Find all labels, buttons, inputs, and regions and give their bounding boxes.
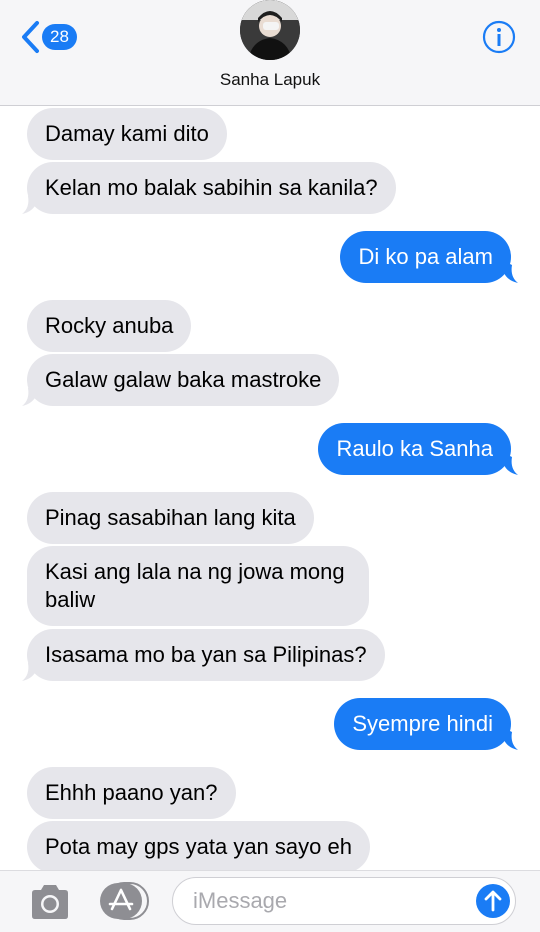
back-button[interactable]: 28 — [20, 20, 80, 54]
bubble-tail — [22, 192, 36, 214]
incoming-message[interactable]: Damay kami dito — [27, 108, 227, 160]
incoming-message[interactable]: Ehhh paano yan? — [27, 767, 236, 819]
bubble-tail — [504, 261, 518, 283]
contact-avatar[interactable] — [240, 0, 300, 60]
contact-name[interactable]: Sanha Lapuk — [0, 70, 540, 90]
imessage-placeholder: iMessage — [193, 888, 288, 913]
conversation-header: 28 Sanha Lapuk — [0, 0, 540, 106]
incoming-message[interactable]: Kelan mo balak sabihin sa kanila? — [27, 162, 396, 214]
appstore-icon[interactable] — [98, 881, 150, 921]
incoming-message[interactable]: Pinag sasabihan lang kita — [27, 492, 314, 544]
incoming-message[interactable]: Isasama mo ba yan sa Pilipinas? — [27, 629, 385, 681]
info-icon[interactable] — [482, 20, 516, 54]
bubble-tail — [22, 659, 36, 681]
avatar-photo — [240, 0, 300, 60]
outgoing-message[interactable]: Di ko pa alam — [340, 231, 511, 283]
bubble-tail — [504, 728, 518, 750]
message-list[interactable]: Damay kami dito Kelan mo balak sabihin s… — [0, 106, 540, 870]
outgoing-message[interactable]: Raulo ka Sanha — [318, 423, 511, 475]
bubble-tail — [504, 453, 518, 475]
incoming-message[interactable]: Rocky anuba — [27, 300, 192, 352]
incoming-message[interactable]: Kasi ang lala na ng jowa mong baliw — [27, 546, 369, 626]
send-arrow-icon[interactable] — [475, 883, 511, 919]
incoming-message[interactable]: Pota may gps yata yan sayo eh — [27, 821, 370, 870]
incoming-message[interactable]: Galaw galaw baka mastroke — [27, 354, 340, 406]
unread-count-badge: 28 — [42, 24, 77, 50]
bubble-tail — [22, 384, 36, 406]
compose-bar: iMessage — [0, 870, 540, 932]
back-chevron-icon — [22, 21, 39, 53]
imessage-input[interactable]: iMessage — [172, 877, 516, 925]
outgoing-message[interactable]: Syempre hindi — [334, 698, 511, 750]
camera-icon[interactable] — [28, 883, 72, 921]
